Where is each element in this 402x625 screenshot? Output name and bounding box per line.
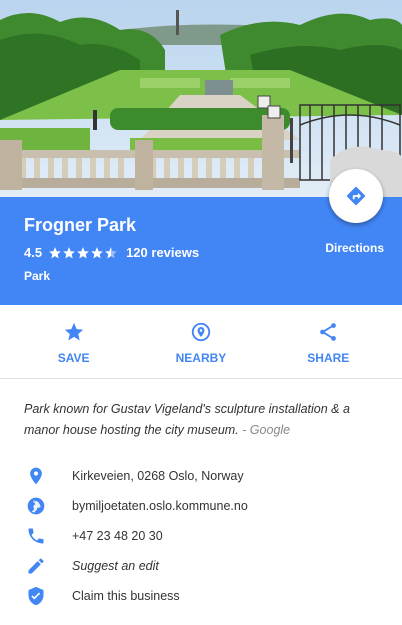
website-row[interactable]: bymiljoetaten.oslo.kommune.no bbox=[0, 491, 402, 521]
save-button[interactable]: SAVE bbox=[24, 305, 124, 378]
share-icon bbox=[320, 323, 337, 341]
star-icon bbox=[49, 246, 61, 258]
rating-row[interactable]: 4.5 120 reviews bbox=[24, 245, 199, 260]
share-button[interactable]: SHARE bbox=[278, 305, 378, 378]
action-bar: SAVE NEARBY SHARE bbox=[0, 305, 402, 379]
directions-button[interactable] bbox=[329, 169, 383, 223]
star-half-icon bbox=[105, 246, 117, 258]
phone-text[interactable]: +47 23 48 20 30 bbox=[72, 529, 163, 543]
suggest-edit-text: Suggest an edit bbox=[72, 559, 159, 573]
rating-stars bbox=[48, 246, 118, 260]
address-text: Kirkeveien, 0268 Oslo, Norway bbox=[72, 469, 244, 483]
directions-icon bbox=[346, 186, 366, 206]
place-description: Park known for Gustav Vigeland's sculptu… bbox=[0, 379, 402, 461]
reviews-link[interactable]: 120 reviews bbox=[126, 245, 199, 260]
nearby-pin-icon bbox=[191, 322, 211, 342]
star-icon bbox=[77, 246, 89, 258]
nearby-label: NEARBY bbox=[175, 351, 227, 365]
place-photo[interactable] bbox=[0, 0, 402, 197]
location-pin-icon bbox=[24, 464, 48, 488]
place-title: Frogner Park bbox=[24, 215, 137, 235]
star-icon bbox=[64, 322, 83, 341]
park-photo-image bbox=[0, 0, 402, 197]
description-text: Park known for Gustav Vigeland's sculptu… bbox=[24, 402, 350, 437]
claim-business-row[interactable]: Claim this business bbox=[0, 581, 402, 611]
star-icon bbox=[63, 246, 75, 258]
share-label: SHARE bbox=[307, 351, 350, 365]
star-icon bbox=[91, 246, 103, 258]
directions-label[interactable]: Directions bbox=[325, 241, 384, 255]
description-source: - Google bbox=[238, 423, 291, 437]
nearby-button[interactable]: NEARBY bbox=[151, 305, 251, 378]
info-list: Kirkeveien, 0268 Oslo, Norway bymiljoeta… bbox=[0, 461, 402, 611]
shield-check-icon bbox=[24, 584, 48, 608]
website-link[interactable]: bymiljoetaten.oslo.kommune.no bbox=[72, 499, 248, 513]
pencil-icon bbox=[24, 554, 48, 578]
suggest-edit-row[interactable]: Suggest an edit bbox=[0, 551, 402, 581]
phone-icon bbox=[24, 524, 48, 548]
address-row[interactable]: Kirkeveien, 0268 Oslo, Norway bbox=[0, 461, 402, 491]
claim-business-text: Claim this business bbox=[72, 589, 180, 603]
globe-icon bbox=[24, 494, 48, 518]
save-label: SAVE bbox=[57, 351, 90, 365]
place-type[interactable]: Park bbox=[24, 269, 50, 283]
phone-row[interactable]: +47 23 48 20 30 bbox=[0, 521, 402, 551]
rating-value: 4.5 bbox=[24, 245, 43, 260]
